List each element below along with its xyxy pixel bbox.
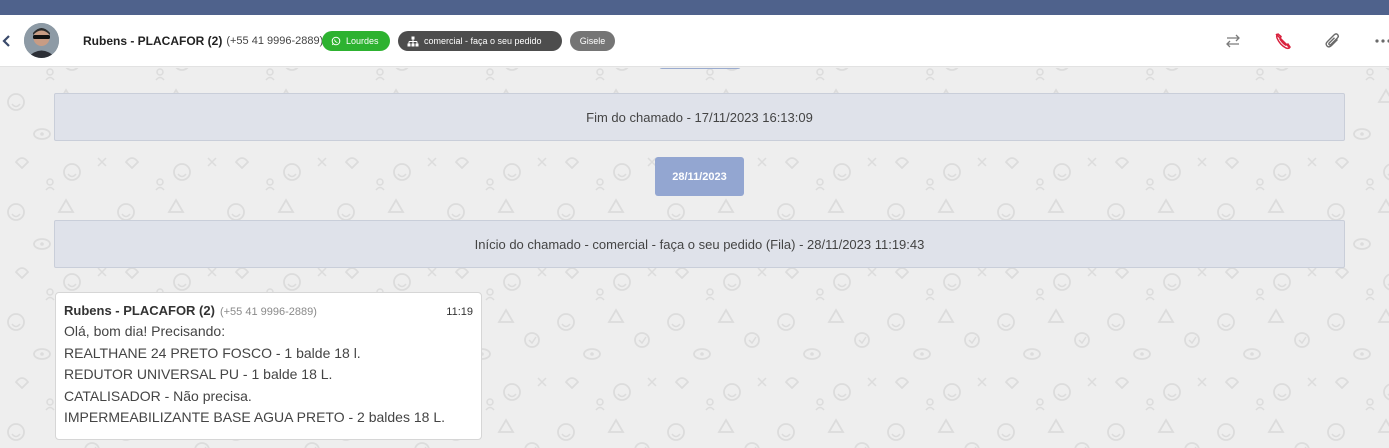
avatar[interactable] — [24, 23, 59, 58]
more-icon — [1375, 39, 1389, 43]
system-message-end: Fim do chamado - 17/11/2023 16:13:09 — [54, 93, 1345, 141]
system-message-start: Início do chamado - comercial - faça o s… — [54, 220, 1345, 268]
message-body: Olá, bom dia! Precisando: REALTHANE 24 P… — [64, 321, 473, 429]
contact-info[interactable]: Rubens - PLACAFOR (2) (+55 41 9996-2889) — [83, 32, 323, 50]
message-line: CATALISADOR - Não precisa. — [64, 387, 252, 404]
system-message-start-text: Início do chamado - comercial - faça o s… — [474, 236, 925, 252]
whatsapp-connection-badge[interactable]: Lourdes — [322, 31, 390, 51]
agent-badge-label: Gisele — [579, 36, 606, 46]
top-bar — [0, 0, 1389, 15]
message-sender: Rubens - PLACAFOR (2) — [64, 303, 215, 318]
transfer-icon — [1226, 34, 1240, 48]
attach-button[interactable] — [1321, 29, 1345, 53]
attach-icon — [1325, 33, 1339, 48]
queue-badge[interactable]: comercial - faça o seu pedido — [398, 31, 562, 51]
agent-badge[interactable]: Gisele — [570, 31, 615, 51]
back-button[interactable] — [0, 32, 12, 50]
chat-header: Rubens - PLACAFOR (2) (+55 41 9996-2889)… — [0, 15, 1389, 67]
whatsapp-icon — [331, 36, 341, 46]
date-separator: 28/11/2023 — [655, 157, 744, 196]
sitemap-icon — [407, 36, 419, 46]
phone-off-icon — [1275, 33, 1291, 50]
hangup-button[interactable] — [1271, 29, 1295, 53]
message-sender-phone: (+55 41 9996-2889) — [219, 306, 317, 318]
system-message-end-text: Fim do chamado - 17/11/2023 16:13:09 — [586, 109, 813, 125]
message-line: REALTHANE 24 PRETO FOSCO - 1 balde 18 l. — [64, 344, 361, 361]
message-time: 11:19 — [446, 306, 473, 318]
message-line: Olá, bom dia! Precisando: — [64, 323, 226, 339]
back-icon — [1, 35, 10, 47]
message-line: IMPERMEABILIZANTE BASE AGUA PRETO - 2 ba… — [64, 409, 445, 425]
previous-chip — [659, 68, 741, 69]
date-separator-text: 28/11/2023 — [672, 170, 727, 183]
queue-badge-label: comercial - faça o seu pedido — [424, 36, 542, 46]
chat-area[interactable]: Fim do chamado - 17/11/2023 16:13:09 28/… — [0, 68, 1389, 448]
more-options-button[interactable] — [1371, 29, 1389, 53]
message-bubble[interactable]: Rubens - PLACAFOR (2) (+55 41 9996-2889)… — [55, 292, 482, 440]
message-line: REDUTOR UNIVERSAL PU - 1 balde 18 L. — [64, 366, 333, 382]
whatsapp-badge-label: Lourdes — [346, 36, 379, 46]
transfer-button[interactable] — [1221, 29, 1245, 53]
contact-name: Rubens - PLACAFOR (2) — [83, 34, 223, 48]
avatar-image — [24, 23, 59, 58]
contact-phone: (+55 41 9996-2889) — [226, 35, 324, 47]
